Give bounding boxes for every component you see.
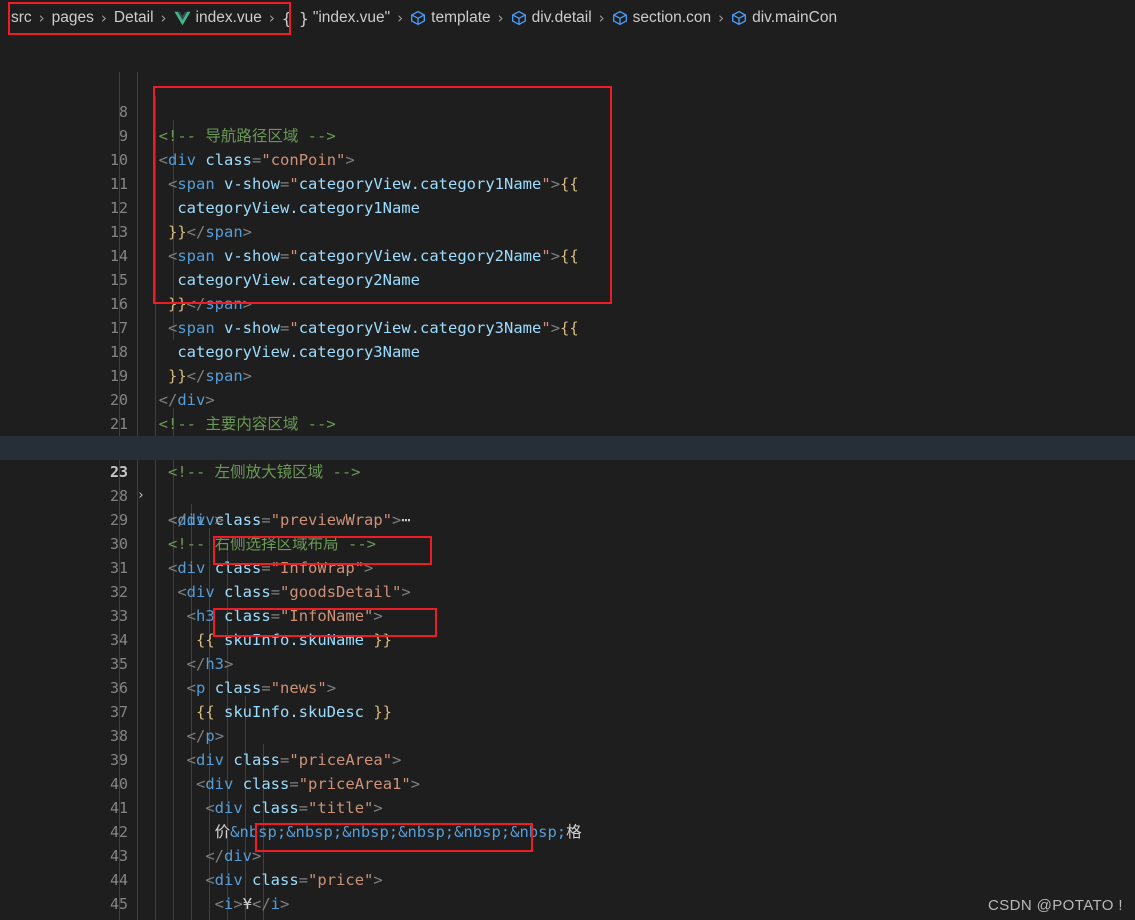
code-line[interactable]: 35 <p class="news"> bbox=[0, 628, 1135, 697]
breadcrumb-label: div.mainCon bbox=[752, 9, 838, 26]
code-line-active[interactable]: 23 › <div class="previewWrap">⋯ bbox=[0, 436, 1135, 529]
breadcrumb-separator-icon: › bbox=[497, 9, 504, 27]
code-line[interactable]: 47 </div> bbox=[0, 916, 1135, 920]
code-editor[interactable]: 8 <!-- 导航路径区域 --> 9 <div class="conPoin"… bbox=[0, 36, 1135, 920]
code-line[interactable]: 14 categoryView.category2Name bbox=[0, 220, 1135, 289]
code-line[interactable]: 15 }}</span> bbox=[0, 244, 1135, 313]
code-line[interactable]: 29 <!-- 右侧选择区域布局 --> bbox=[0, 484, 1135, 553]
code-line[interactable]: 37 </p> bbox=[0, 676, 1135, 745]
breadcrumb-separator-icon: › bbox=[100, 9, 107, 27]
code-line[interactable]: 30 <div class="InfoWrap"> bbox=[0, 508, 1135, 577]
braces-icon: { } bbox=[281, 8, 309, 28]
code-line[interactable]: 13 <span v-show="categoryView.category2N… bbox=[0, 196, 1135, 265]
code-line[interactable]: 39 <div class="priceArea1"> bbox=[0, 724, 1135, 793]
breadcrumb-item-detail[interactable]: Detail bbox=[113, 9, 155, 27]
breadcrumb-item-section-con[interactable]: section.con bbox=[611, 9, 712, 27]
breadcrumb-item-div-maincon[interactable]: div.mainCon bbox=[730, 9, 838, 27]
code-line[interactable]: 42 </div> bbox=[0, 796, 1135, 865]
code-line[interactable]: 19 </div> bbox=[0, 340, 1135, 409]
breadcrumb-item-template[interactable]: template bbox=[409, 9, 491, 27]
code-line[interactable]: 10 <span v-show="categoryView.category1N… bbox=[0, 124, 1135, 193]
code-line[interactable]: 41 价&nbsp;&nbsp;&nbsp;&nbsp;&nbsp;&nbsp;… bbox=[0, 772, 1135, 841]
code-line[interactable]: 16 <span v-show="categoryView.category3N… bbox=[0, 268, 1135, 337]
breadcrumb-label: pages bbox=[51, 9, 94, 26]
code-line[interactable]: 38 <div class="priceArea"> bbox=[0, 700, 1135, 769]
code-line[interactable]: 32 <h3 class="InfoName"> bbox=[0, 556, 1135, 625]
code-line[interactable]: 11 categoryView.category1Name bbox=[0, 148, 1135, 217]
breadcrumb-item-div-detail[interactable]: div.detail bbox=[510, 9, 593, 27]
code-line[interactable]: 34 </h3> bbox=[0, 604, 1135, 673]
code-line[interactable]: 20 <!-- 主要内容区域 --> bbox=[0, 364, 1135, 433]
code-line[interactable]: 22 <!-- 左侧放大镜区域 --> bbox=[0, 412, 1135, 481]
code-line[interactable]: 45 <em>{{ skuInfo.price }}</em> bbox=[0, 868, 1135, 920]
code-line[interactable]: 40 <div class="title"> bbox=[0, 748, 1135, 817]
symbol-field-icon bbox=[410, 10, 426, 26]
symbol-field-icon bbox=[511, 10, 527, 26]
breadcrumb-label: src bbox=[11, 9, 32, 26]
breadcrumb-separator-icon: › bbox=[268, 9, 275, 27]
code-line[interactable]: 31 <div class="goodsDetail"> bbox=[0, 532, 1135, 601]
breadcrumb-label: "index.vue" bbox=[312, 9, 391, 26]
breadcrumb-item-src[interactable]: src bbox=[10, 9, 33, 27]
breadcrumb-item-index-vue[interactable]: index.vue bbox=[173, 9, 263, 27]
code-line[interactable]: 17 categoryView.category3Name bbox=[0, 292, 1135, 361]
breadcrumb-separator-icon: › bbox=[38, 9, 45, 27]
symbol-field-icon bbox=[731, 10, 747, 26]
breadcrumb-separator-icon: › bbox=[718, 9, 725, 27]
code-line[interactable]: 46 <span>降价通知</span> bbox=[0, 892, 1135, 920]
code-line[interactable]: 8 <!-- 导航路径区域 --> bbox=[0, 76, 1135, 145]
symbol-field-icon bbox=[612, 10, 628, 26]
breadcrumb-item-pages[interactable]: pages bbox=[51, 9, 95, 27]
breadcrumb-label: section.con bbox=[632, 9, 712, 26]
code-line[interactable]: 28 </div> bbox=[0, 460, 1135, 529]
code-line[interactable]: 36 {{ skuInfo.skuDesc }} bbox=[0, 652, 1135, 721]
code-line[interactable]: 12 }}</span> bbox=[0, 172, 1135, 241]
breadcrumb-label: template bbox=[431, 9, 491, 26]
code-line[interactable]: 21 <div class="mainCon"> bbox=[0, 388, 1135, 458]
breadcrumb-label: div.detail bbox=[531, 9, 592, 26]
code-line[interactable]: 44 <i>¥</i> bbox=[0, 844, 1135, 913]
code-line[interactable]: 9 <div class="conPoin"> bbox=[0, 100, 1135, 169]
vue-file-icon bbox=[174, 11, 191, 26]
breadcrumb-separator-icon: › bbox=[160, 9, 167, 27]
code-line[interactable]: 33 {{ skuInfo.skuName }} bbox=[0, 580, 1135, 649]
code-line[interactable]: 43 <div class="price"> bbox=[0, 820, 1135, 889]
breadcrumb-separator-icon: › bbox=[397, 9, 404, 27]
code-line[interactable]: 18 }}</span> bbox=[0, 316, 1135, 385]
breadcrumb[interactable]: src › pages › Detail › index.vue › { } "… bbox=[0, 0, 1135, 36]
watermark: CSDN @POTATO ! bbox=[987, 897, 1123, 914]
breadcrumb-label: Detail bbox=[113, 9, 154, 26]
breadcrumb-item-index-vue-symbol[interactable]: { } "index.vue" bbox=[281, 9, 391, 28]
breadcrumb-separator-icon: › bbox=[598, 9, 605, 27]
breadcrumb-label: index.vue bbox=[195, 9, 262, 26]
